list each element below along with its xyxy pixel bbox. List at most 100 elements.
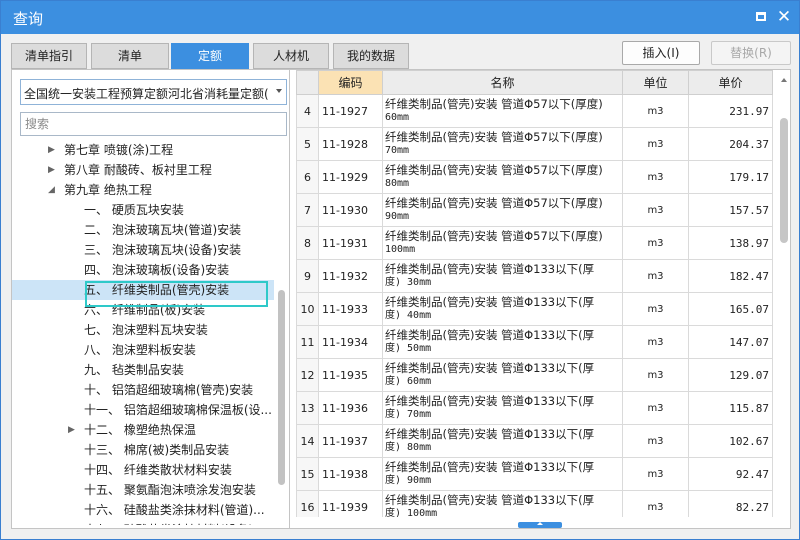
cell-price[interactable]: 129.07 — [688, 358, 773, 392]
cell-unit[interactable]: m3 — [622, 193, 689, 227]
cell-unit[interactable]: m3 — [622, 160, 689, 194]
library-select[interactable]: 全国统一安装工程预算定额河北省消耗量定额( — [20, 79, 287, 105]
table-row[interactable]: 5 11-1928 纤维类制品(管壳)安装 管道Φ57以下(厚度) 70mm m3 204… — [296, 127, 773, 161]
cell-code[interactable]: 11-1928 — [318, 127, 383, 161]
cell-code[interactable]: 11-1930 — [318, 193, 383, 227]
cell-name[interactable]: 纤维类制品(管壳)安装 管道Φ133以下(厚 度) 90mm — [382, 457, 623, 491]
cell-code[interactable]: 11-1937 — [318, 424, 383, 458]
col-header-unit[interactable]: 单位 — [622, 70, 689, 95]
insert-button[interactable]: 插入(I) — [622, 41, 700, 65]
grid-scrollbar-thumb[interactable] — [780, 118, 788, 243]
row-index[interactable]: 6 — [296, 160, 319, 194]
expand-arrow-icon[interactable]: ▶ — [68, 420, 78, 440]
cell-unit[interactable]: m3 — [622, 490, 689, 517]
cell-code[interactable]: 11-1927 — [318, 94, 383, 128]
cell-code[interactable]: 11-1932 — [318, 259, 383, 293]
cell-price[interactable]: 147.07 — [688, 325, 773, 359]
table-row[interactable]: 6 11-1929 纤维类制品(管壳)安装 管道Φ57以下(厚度) 80mm m3 179… — [296, 160, 773, 194]
cell-code[interactable]: 11-1935 — [318, 358, 383, 392]
cell-code[interactable]: 11-1934 — [318, 325, 383, 359]
tree-node[interactable]: ◢ 第九章 绝热工程 — [12, 180, 274, 200]
cell-name[interactable]: 纤维类制品(管壳)安装 管道Φ57以下(厚度) 80mm — [382, 160, 623, 194]
table-row[interactable]: 15 11-1938 纤维类制品(管壳)安装 管道Φ133以下(厚 度) 90mm m3… — [296, 457, 773, 491]
cell-price[interactable]: 157.57 — [688, 193, 773, 227]
table-row[interactable]: 7 11-1930 纤维类制品(管壳)安装 管道Φ57以下(厚度) 90mm m3 157… — [296, 193, 773, 227]
table-row[interactable]: 12 11-1935 纤维类制品(管壳)安装 管道Φ133以下(厚 度) 60mm m3… — [296, 358, 773, 392]
cell-price[interactable]: 92.47 — [688, 457, 773, 491]
cell-price[interactable]: 138.97 — [688, 226, 773, 260]
cell-name[interactable]: 纤维类制品(管壳)安装 管道Φ133以下(厚 度) 50mm — [382, 325, 623, 359]
row-index[interactable]: 12 — [296, 358, 319, 392]
row-index[interactable]: 16 — [296, 490, 319, 517]
table-row[interactable]: 9 11-1932 纤维类制品(管壳)安装 管道Φ133以下(厚 度) 30mm m3 1… — [296, 259, 773, 293]
row-index[interactable]: 13 — [296, 391, 319, 425]
scroll-up-icon[interactable] — [781, 78, 787, 82]
col-header-index[interactable] — [296, 70, 319, 95]
cell-name[interactable]: 纤维类制品(管壳)安装 管道Φ57以下(厚度) 90mm — [382, 193, 623, 227]
cell-name[interactable]: 纤维类制品(管壳)安装 管道Φ133以下(厚 度) 80mm — [382, 424, 623, 458]
tree-node[interactable]: 十七、 硅酸盐类涂抹材料(设备)... — [12, 520, 274, 525]
table-row[interactable]: 10 11-1933 纤维类制品(管壳)安装 管道Φ133以下(厚 度) 40mm m3… — [296, 292, 773, 326]
tree-scrollbar-thumb[interactable] — [278, 290, 285, 485]
tree-node[interactable]: 十、 铝箔超细玻璃棉(管壳)安装 — [12, 380, 274, 400]
cell-name[interactable]: 纤维类制品(管壳)安装 管道Φ133以下(厚 度) 70mm — [382, 391, 623, 425]
tree-scrollbar[interactable] — [275, 140, 288, 526]
tree-node[interactable]: 十五、 聚氨酯泡沫喷涂发泡安装 — [12, 480, 274, 500]
tree-node[interactable]: 九、 毡类制品安装 — [12, 360, 274, 380]
cell-name[interactable]: 纤维类制品(管壳)安装 管道Φ133以下(厚 度) 40mm — [382, 292, 623, 326]
cell-name[interactable]: 纤维类制品(管壳)安装 管道Φ57以下(厚度) 60mm — [382, 94, 623, 128]
cell-code[interactable]: 11-1938 — [318, 457, 383, 491]
cell-price[interactable]: 182.47 — [688, 259, 773, 293]
replace-button[interactable]: 替换(R) — [711, 41, 791, 65]
grid-scrollbar[interactable] — [778, 70, 790, 517]
tree-node[interactable]: ▶ 十二、 橡塑绝热保温 — [12, 420, 274, 440]
cell-name[interactable]: 纤维类制品(管壳)安装 管道Φ133以下(厚 度) 100mm — [382, 490, 623, 517]
cell-name[interactable]: 纤维类制品(管壳)安装 管道Φ133以下(厚 度) 30mm — [382, 259, 623, 293]
row-index[interactable]: 11 — [296, 325, 319, 359]
tree-node[interactable]: ▶ 第七章 喷镀(涂)工程 — [12, 140, 274, 160]
row-index[interactable]: 15 — [296, 457, 319, 491]
cell-unit[interactable]: m3 — [622, 358, 689, 392]
cell-price[interactable]: 204.37 — [688, 127, 773, 161]
table-row[interactable]: 16 11-1939 纤维类制品(管壳)安装 管道Φ133以下(厚 度) 100mm m… — [296, 490, 773, 517]
row-index[interactable]: 7 — [296, 193, 319, 227]
tab-quota[interactable]: 定额 — [171, 43, 249, 69]
expand-arrow-icon[interactable]: ▶ — [48, 160, 58, 180]
cell-code[interactable]: 11-1931 — [318, 226, 383, 260]
tab-labor-materials[interactable]: 人材机 — [253, 43, 329, 69]
cell-price[interactable]: 165.07 — [688, 292, 773, 326]
cell-unit[interactable]: m3 — [622, 391, 689, 425]
chevron-down-icon[interactable] — [276, 89, 282, 93]
row-index[interactable]: 5 — [296, 127, 319, 161]
cell-code[interactable]: 11-1936 — [318, 391, 383, 425]
row-index[interactable]: 14 — [296, 424, 319, 458]
expanded-arrow-icon[interactable]: ◢ — [48, 180, 58, 200]
col-header-price[interactable]: 单价 — [688, 70, 773, 95]
cell-price[interactable]: 179.17 — [688, 160, 773, 194]
table-row[interactable]: 13 11-1936 纤维类制品(管壳)安装 管道Φ133以下(厚 度) 70mm m3… — [296, 391, 773, 425]
cell-code[interactable]: 11-1939 — [318, 490, 383, 517]
tree-node[interactable]: 三、 泡沫玻璃瓦块(设备)安装 — [12, 240, 274, 260]
cell-unit[interactable]: m3 — [622, 457, 689, 491]
search-input[interactable] — [20, 112, 287, 136]
table-row[interactable]: 14 11-1937 纤维类制品(管壳)安装 管道Φ133以下(厚 度) 80mm m3… — [296, 424, 773, 458]
cell-price[interactable]: 231.97 — [688, 94, 773, 128]
cell-name[interactable]: 纤维类制品(管壳)安装 管道Φ57以下(厚度) 70mm — [382, 127, 623, 161]
cell-unit[interactable]: m3 — [622, 325, 689, 359]
row-index[interactable]: 9 — [296, 259, 319, 293]
tree-node[interactable]: 一、 硬质瓦块安装 — [12, 200, 274, 220]
table-row[interactable]: 8 11-1931 纤维类制品(管壳)安装 管道Φ57以下(厚度) 100mm m3 13… — [296, 226, 773, 260]
cell-price[interactable]: 102.67 — [688, 424, 773, 458]
tree-node[interactable]: 二、 泡沫玻璃瓦块(管道)安装 — [12, 220, 274, 240]
tree-node[interactable]: 七、 泡沫塑料瓦块安装 — [12, 320, 274, 340]
cell-name[interactable]: 纤维类制品(管壳)安装 管道Φ133以下(厚 度) 60mm — [382, 358, 623, 392]
tree-node[interactable]: 四、 泡沫玻璃板(设备)安装 — [12, 260, 274, 280]
cell-unit[interactable]: m3 — [622, 292, 689, 326]
row-index[interactable]: 4 — [296, 94, 319, 128]
table-row[interactable]: 4 11-1927 纤维类制品(管壳)安装 管道Φ57以下(厚度) 60mm m3 231… — [296, 94, 773, 128]
row-index[interactable]: 8 — [296, 226, 319, 260]
cell-unit[interactable]: m3 — [622, 259, 689, 293]
cell-unit[interactable]: m3 — [622, 127, 689, 161]
tab-bill[interactable]: 清单 — [91, 43, 169, 69]
cell-unit[interactable]: m3 — [622, 94, 689, 128]
